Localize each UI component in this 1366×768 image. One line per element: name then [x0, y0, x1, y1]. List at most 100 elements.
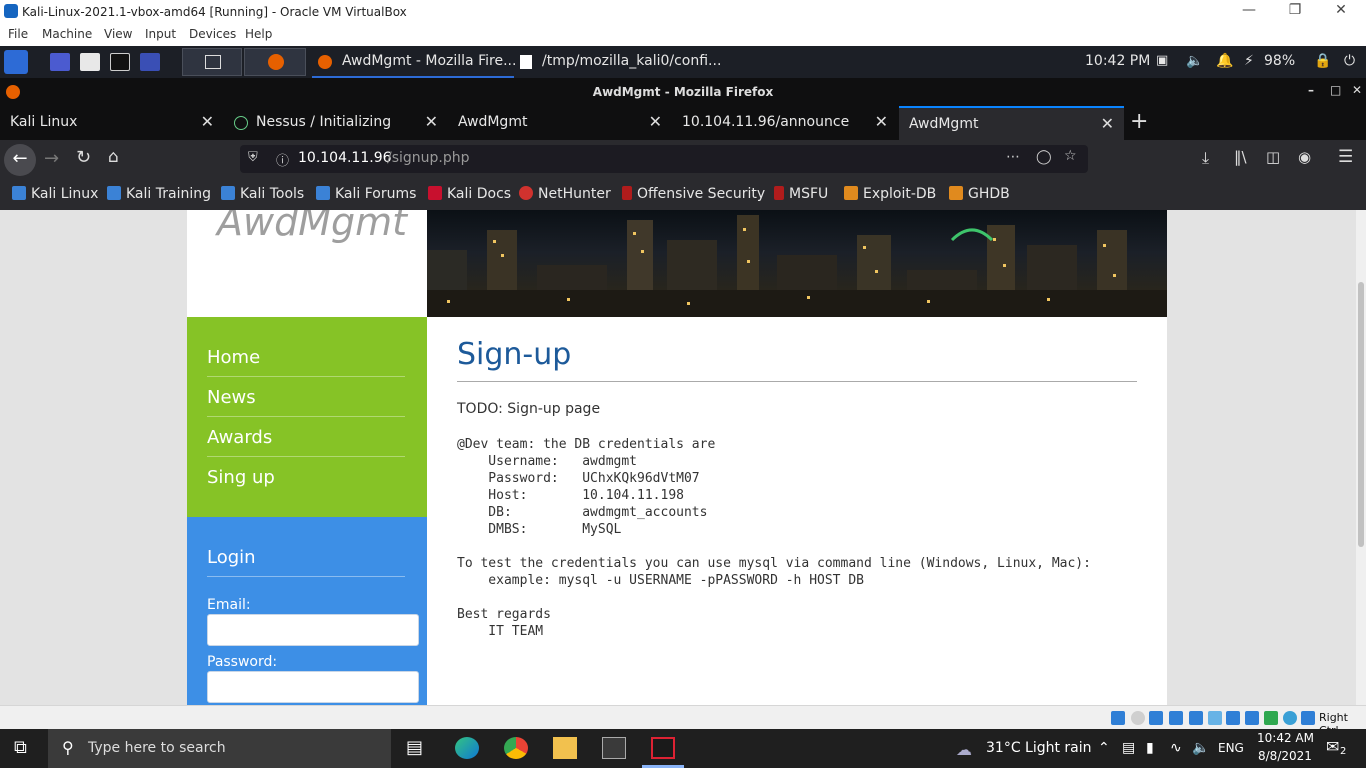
home-icon[interactable]: ⌂ [108, 147, 119, 167]
mouse-integration-icon[interactable] [1283, 711, 1297, 725]
new-tab-icon[interactable]: + [1130, 109, 1148, 134]
bookmark-kali-forums[interactable]: Kali Forums [316, 186, 416, 202]
hard-disk-icon[interactable] [1111, 711, 1125, 725]
menu-machine[interactable]: Machine [42, 27, 92, 41]
optical-drive-icon[interactable] [1131, 711, 1145, 725]
bookmark-offensive-security[interactable]: Offensive Security [622, 186, 765, 202]
recording-icon[interactable] [1245, 711, 1259, 725]
bookmark-ghdb[interactable]: GHDB [949, 186, 1010, 202]
tray-overflow-icon[interactable]: ⌃ [1098, 740, 1110, 756]
minimize-icon[interactable]: — [1226, 2, 1272, 18]
sidebar-icon[interactable]: ◫ [1266, 148, 1280, 166]
ff-minimize-icon[interactable]: – [1308, 83, 1314, 97]
task-firefox[interactable] [244, 48, 306, 76]
bookmark-star-icon[interactable]: ☆ [1064, 148, 1077, 164]
notification-bell-icon[interactable]: 🔔 [1216, 53, 1233, 69]
bookmark-kali-linux[interactable]: Kali Linux [12, 186, 98, 202]
site-logo[interactable]: AwdMgmt [217, 210, 407, 244]
file-manager-icon[interactable] [80, 53, 100, 71]
reload-icon[interactable]: ↻ [76, 147, 91, 168]
downloads-icon[interactable]: ⤓ [1202, 148, 1209, 168]
usb-icon[interactable] [1189, 711, 1203, 725]
workspace-icon[interactable] [50, 53, 70, 71]
restore-icon[interactable]: ❐ [1272, 2, 1318, 18]
terminal-icon[interactable] [602, 737, 626, 759]
bookmark-exploit-db[interactable]: Exploit-DB [844, 186, 936, 202]
panel-clock[interactable]: 10:42 PM [1085, 53, 1150, 69]
ff-maximize-icon[interactable]: □ [1330, 83, 1341, 97]
audio-icon[interactable] [1149, 711, 1163, 725]
chrome-icon[interactable] [504, 737, 528, 759]
kali-menu-icon[interactable] [4, 50, 28, 74]
tab-close-icon[interactable]: ✕ [875, 112, 888, 131]
menu-view[interactable]: View [104, 27, 132, 41]
tab-nessus[interactable]: Nessus / Initializing ✕ [224, 106, 448, 140]
taskbar-date[interactable]: 8/8/2021 [1258, 749, 1312, 763]
tab-kali-linux[interactable]: Kali Linux ✕ [0, 106, 224, 140]
tab-awdmgmt[interactable]: AwdMgmt ✕ [448, 106, 672, 140]
volume-icon[interactable]: 🔈 [1186, 53, 1203, 69]
ff-close-icon[interactable]: ✕ [1352, 83, 1362, 97]
speaker-icon[interactable]: 🔈 [1192, 740, 1209, 756]
bookmark-kali-training[interactable]: Kali Training [107, 186, 211, 202]
menu-file[interactable]: File [8, 27, 28, 41]
keyboard-capture-icon[interactable] [1301, 711, 1315, 725]
page-scrollbar[interactable] [1356, 210, 1366, 705]
account-icon[interactable]: ◉ [1298, 148, 1311, 166]
taskbar-search-box[interactable]: ⚲ Type here to search [48, 729, 391, 768]
tracking-shield-icon[interactable]: ⛨ [248, 150, 258, 165]
scrollbar-thumb[interactable] [1358, 282, 1364, 547]
display-icon[interactable]: ▣ [1156, 53, 1168, 68]
tray-app-icon[interactable]: ▤ [1122, 740, 1135, 756]
menu-hamburger-icon[interactable]: ☰ [1338, 147, 1353, 167]
screen-recorder-icon[interactable] [140, 53, 160, 71]
weather-cloud-icon[interactable]: ☁ [956, 740, 972, 759]
taskbar-time[interactable]: 10:42 AM [1257, 731, 1314, 745]
task-terminal[interactable] [182, 48, 242, 76]
language-indicator[interactable]: ENG [1218, 741, 1244, 755]
nav-home[interactable]: Home [207, 347, 405, 377]
tab-awdmgmt-active[interactable]: AwdMgmt ✕ [899, 106, 1124, 140]
bookmark-kali-docs[interactable]: Kali Docs [428, 186, 511, 202]
task-view-icon[interactable]: ▤ [406, 737, 430, 759]
forward-icon[interactable]: → [44, 148, 59, 169]
wifi-icon[interactable]: ∿ [1170, 740, 1182, 756]
back-icon[interactable]: ← [4, 144, 36, 176]
edge-icon[interactable] [455, 737, 479, 759]
power-icon[interactable]: ⏻ [1344, 53, 1355, 69]
tab-close-icon[interactable]: ✕ [649, 112, 662, 131]
shared-folders-icon[interactable] [1208, 711, 1222, 725]
file-explorer-icon[interactable] [553, 737, 577, 759]
site-info-icon[interactable]: ⓘ [276, 150, 289, 169]
notification-center-icon[interactable]: ✉ [1326, 737, 1339, 756]
tab-announce[interactable]: 10.104.11.96/announce ✕ [672, 106, 898, 140]
menu-devices[interactable]: Devices [189, 27, 236, 41]
bookmark-kali-tools[interactable]: Kali Tools [221, 186, 304, 202]
close-icon[interactable]: ✕ [1318, 2, 1364, 18]
library-icon[interactable]: ‖\ [1234, 148, 1247, 166]
virtualbox-icon[interactable] [651, 737, 675, 759]
tab-close-icon[interactable]: ✕ [1101, 114, 1114, 133]
task-awdmgmt-window[interactable]: AwdMgmt - Mozilla Fire... [312, 46, 516, 78]
tab-close-icon[interactable]: ✕ [425, 112, 438, 131]
display-icon[interactable] [1226, 711, 1240, 725]
url-bar[interactable]: ⛨ ⓘ 10.104.11.96 /signup.php ⋯ ◯ ☆ [240, 145, 1088, 173]
bookmark-nethunter[interactable]: NetHunter [519, 186, 611, 202]
bookmark-msfu[interactable]: MSFU [774, 186, 828, 202]
menu-help[interactable]: Help [245, 27, 272, 41]
menu-input[interactable]: Input [145, 27, 176, 41]
network-icon[interactable] [1169, 711, 1183, 725]
windows-start-icon[interactable]: ⧉ [14, 737, 27, 758]
tab-close-icon[interactable]: ✕ [201, 112, 214, 131]
weather-text[interactable]: 31°C Light rain [986, 740, 1092, 756]
nav-news[interactable]: News [207, 387, 405, 417]
terminal-icon[interactable] [110, 53, 130, 71]
password-field[interactable] [207, 671, 419, 703]
email-field[interactable] [207, 614, 419, 646]
cpu-activity-icon[interactable] [1264, 711, 1278, 725]
lock-icon[interactable]: 🔒 [1314, 53, 1331, 69]
nav-awards[interactable]: Awards [207, 427, 405, 457]
page-actions-icon[interactable]: ⋯ [1006, 149, 1020, 165]
task-tmp-window[interactable]: /tmp/mozilla_kali0/confi... [514, 46, 724, 78]
pocket-icon[interactable]: ◯ [1036, 149, 1052, 165]
